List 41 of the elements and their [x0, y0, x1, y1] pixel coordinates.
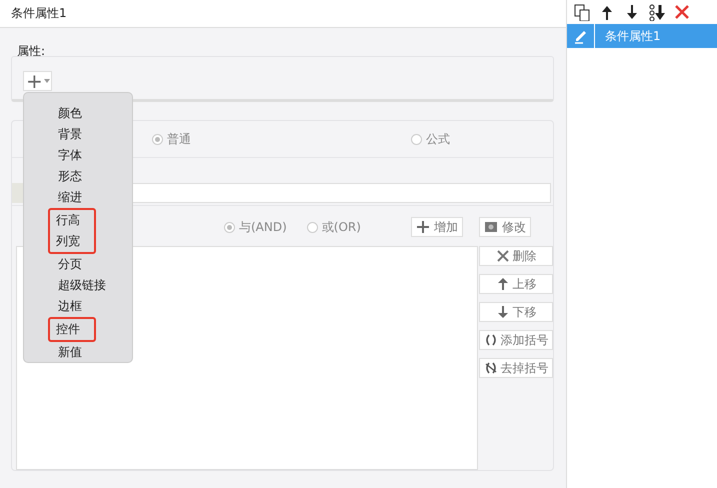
menu-item[interactable]: 列宽 — [50, 231, 88, 252]
add-dropdown-button[interactable]: + — [23, 71, 52, 91]
menu-item[interactable]: 控件 — [50, 319, 88, 340]
radio-button[interactable] — [152, 134, 163, 144]
remove-parentheses-icon — [484, 361, 498, 375]
radio-label: 普通 — [167, 130, 191, 148]
move-bottom-icon[interactable] — [649, 4, 666, 20]
copy-icon[interactable] — [574, 4, 591, 20]
close-icon — [496, 249, 510, 263]
radio-button[interactable] — [411, 134, 422, 144]
radio-label: 与(AND) — [239, 218, 287, 236]
close-icon[interactable] — [674, 4, 691, 20]
arrow-up-icon — [496, 277, 510, 291]
radio-label: 公式 — [426, 130, 450, 148]
menu-item[interactable]: 超级链接 — [50, 275, 114, 296]
menu-item[interactable]: 分页 — [50, 254, 90, 275]
pencil-icon — [572, 28, 588, 44]
side-button[interactable]: 删除 — [479, 246, 553, 266]
arrow-down-icon — [496, 305, 510, 319]
toolbar-button[interactable]: 修改 — [478, 217, 531, 237]
side-button[interactable]: 上移 — [479, 274, 553, 294]
radio-button[interactable] — [224, 222, 235, 232]
plus-icon — [416, 220, 430, 234]
side-button[interactable]: 去掉括号 — [479, 358, 553, 378]
caret-icon — [44, 79, 50, 83]
section-label: 属性: — [16, 44, 46, 58]
toolbar-button[interactable]: 增加 — [410, 217, 463, 237]
menu-item[interactable]: 形态 — [50, 166, 90, 187]
side-button[interactable]: 添加括号 — [479, 330, 553, 350]
panel-title: 条件属性1 — [0, 0, 566, 28]
parentheses-icon — [484, 333, 498, 347]
menu-item[interactable]: 边框 — [50, 296, 90, 317]
menu-item[interactable]: 字体 — [50, 145, 90, 166]
menu-item[interactable]: 行高 — [50, 210, 88, 231]
menu-item[interactable]: 新值 — [50, 342, 90, 363]
menu-item[interactable]: 缩进 — [50, 187, 90, 208]
menu-item[interactable]: 颜色 — [50, 103, 90, 124]
menu-item[interactable]: 背景 — [50, 124, 90, 145]
radio-label: 或(OR) — [322, 218, 361, 236]
radio-button[interactable] — [306, 222, 318, 232]
side-button[interactable]: 下移 — [479, 302, 553, 322]
